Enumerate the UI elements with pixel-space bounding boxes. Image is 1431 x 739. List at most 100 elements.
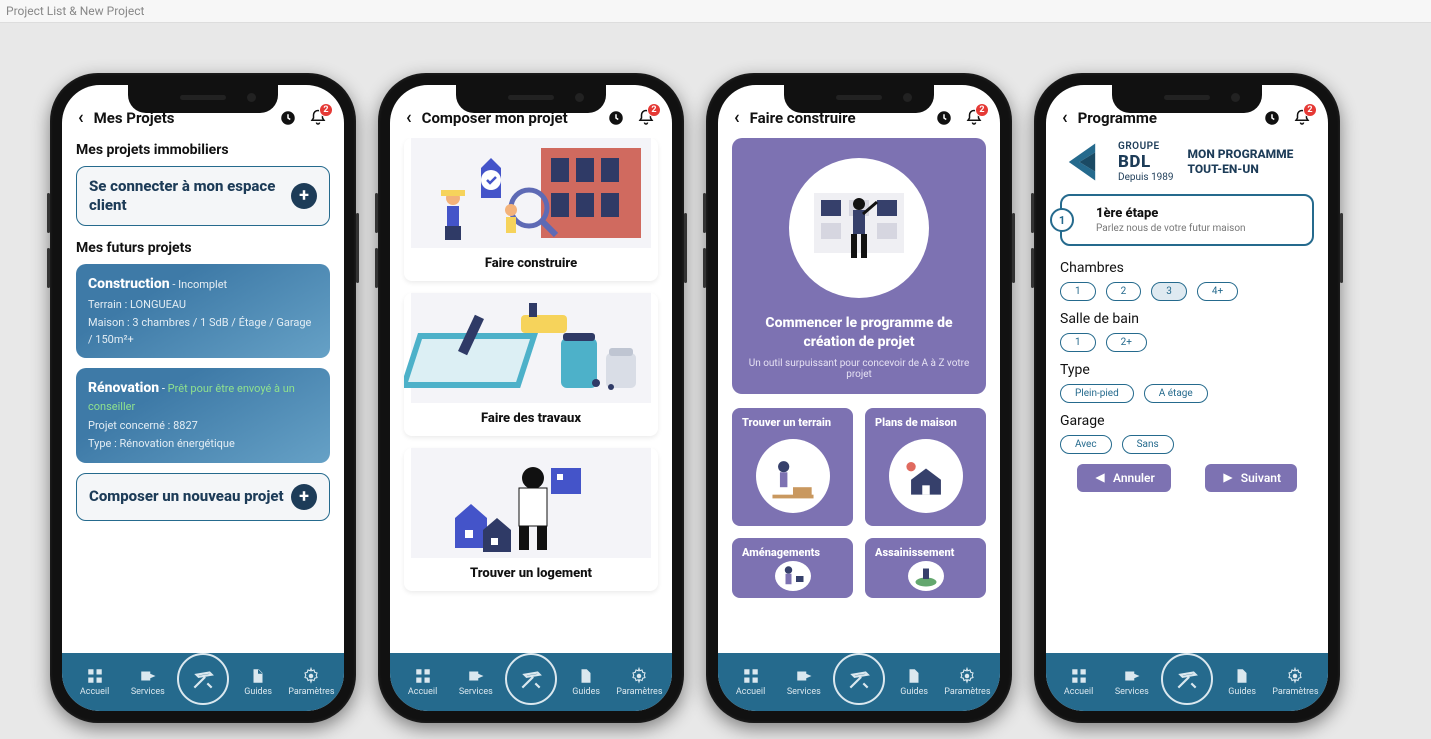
illustration-tile bbox=[889, 439, 963, 513]
back-icon[interactable]: ‹ bbox=[78, 107, 84, 128]
phone-compose-project: ‹ Composer mon projet 2 bbox=[378, 73, 684, 723]
notification-badge: 2 bbox=[975, 103, 989, 117]
plus-icon: + bbox=[291, 183, 317, 209]
step-number: 1 bbox=[1050, 208, 1074, 232]
brand-logo: GROUPE BDL Depuis 1989 MON PROGRAMME TOU… bbox=[1060, 140, 1314, 184]
nav-services[interactable]: Services bbox=[452, 667, 500, 697]
option-pill[interactable]: 1 bbox=[1060, 333, 1096, 352]
logo-group: GROUPE bbox=[1118, 141, 1174, 152]
nav-guides[interactable]: Guides bbox=[234, 667, 282, 697]
logo-tagline: MON PROGRAMME bbox=[1188, 147, 1294, 162]
illustration-find-home bbox=[404, 448, 658, 558]
back-icon[interactable]: ‹ bbox=[734, 107, 740, 128]
phone-my-projects: ‹ Mes Projets 2 Mes projets immobiliers … bbox=[50, 73, 356, 723]
back-icon[interactable]: ‹ bbox=[406, 107, 412, 128]
option-pill[interactable]: 1 bbox=[1060, 282, 1096, 301]
tile-label: Trouver un terrain bbox=[742, 416, 831, 429]
tile-find-land[interactable]: Trouver un terrain bbox=[732, 408, 853, 526]
nav-fab-tools[interactable] bbox=[833, 653, 885, 705]
hero-start-program[interactable]: Commencer le programme de création de pr… bbox=[732, 138, 986, 394]
option-pill[interactable]: 2+ bbox=[1106, 333, 1147, 352]
nav-services[interactable]: Services bbox=[124, 667, 172, 697]
notification-badge: 2 bbox=[647, 103, 661, 117]
bell-icon[interactable]: 2 bbox=[308, 108, 328, 128]
plus-icon: + bbox=[291, 484, 317, 510]
nav-settings[interactable]: Paramètres bbox=[615, 667, 663, 697]
compose-project-card[interactable]: Composer un nouveau projet + bbox=[76, 473, 330, 521]
group-label: Type bbox=[1060, 362, 1314, 378]
nav-home[interactable]: Accueil bbox=[727, 667, 775, 697]
bottom-nav: Accueil Services Guides Paramètres bbox=[718, 653, 1000, 711]
project-card-renovation[interactable]: Rénovation - Prêt pour être envoyé à un … bbox=[76, 368, 330, 463]
logo-name: BDL bbox=[1118, 152, 1174, 172]
project-status: Incomplet bbox=[178, 278, 227, 291]
nav-home[interactable]: Accueil bbox=[1055, 667, 1103, 697]
option-pill[interactable]: Plein-pied bbox=[1060, 384, 1134, 403]
illustration-tile bbox=[775, 561, 811, 591]
back-icon[interactable]: ‹ bbox=[1062, 107, 1068, 128]
section-label-future: Mes futurs projets bbox=[76, 240, 330, 256]
nav-home[interactable]: Accueil bbox=[71, 667, 119, 697]
bottom-nav: Accueil Services Guides Paramètres bbox=[390, 653, 672, 711]
clock-icon[interactable] bbox=[1262, 108, 1282, 128]
bottom-nav: Accueil Services Guides Paramètres bbox=[1046, 653, 1328, 711]
phone-program: ‹ Programme 2 GROUPE BDL Depuis 1989 MON… bbox=[1034, 73, 1340, 723]
card-build[interactable]: Faire construire bbox=[404, 138, 658, 281]
nav-services[interactable]: Services bbox=[780, 667, 828, 697]
illustration-tile bbox=[908, 561, 944, 591]
cancel-button[interactable]: Annuler bbox=[1077, 464, 1171, 492]
group-garage: Garage AvecSans bbox=[1060, 413, 1314, 454]
bell-icon[interactable]: 2 bbox=[964, 108, 984, 128]
card-works[interactable]: Faire des travaux bbox=[404, 293, 658, 436]
card-works-label: Faire des travaux bbox=[404, 411, 658, 426]
option-pill[interactable]: 3 bbox=[1151, 282, 1187, 301]
tile-sanitation[interactable]: Assainissement bbox=[865, 538, 986, 598]
option-pill[interactable]: Avec bbox=[1060, 435, 1112, 454]
nav-guides[interactable]: Guides bbox=[562, 667, 610, 697]
project-detail: Type : Rénovation énergétique bbox=[88, 436, 318, 453]
card-find-home[interactable]: Trouver un logement bbox=[404, 448, 658, 591]
tile-layout[interactable]: Aménagements bbox=[732, 538, 853, 598]
nav-home[interactable]: Accueil bbox=[399, 667, 447, 697]
page-title: Project List & New Project bbox=[0, 0, 1431, 23]
next-button[interactable]: Suivant bbox=[1205, 464, 1297, 492]
section-label-clients: Mes projets immobiliers bbox=[76, 142, 330, 158]
nav-fab-tools[interactable] bbox=[177, 653, 229, 705]
option-pill[interactable]: 4+ bbox=[1197, 282, 1238, 301]
illustration-tile bbox=[756, 439, 830, 513]
tile-label: Assainissement bbox=[875, 546, 954, 559]
nav-settings[interactable]: Paramètres bbox=[943, 667, 991, 697]
option-pill[interactable]: A étage bbox=[1144, 384, 1208, 403]
nav-guides[interactable]: Guides bbox=[890, 667, 938, 697]
project-detail: Projet concerné : 8827 bbox=[88, 418, 318, 435]
clock-icon[interactable] bbox=[606, 108, 626, 128]
login-card-label: Se connecter à mon espace client bbox=[89, 177, 291, 215]
tile-house-plans[interactable]: Plans de maison bbox=[865, 408, 986, 526]
project-detail: Maison : 3 chambres / 1 SdB / Étage / Ga… bbox=[88, 315, 318, 348]
group-label: Chambres bbox=[1060, 260, 1314, 276]
group-label: Salle de bain bbox=[1060, 311, 1314, 327]
nav-fab-tools[interactable] bbox=[505, 653, 557, 705]
card-build-label: Faire construire bbox=[404, 256, 658, 271]
card-find-home-label: Trouver un logement bbox=[404, 566, 658, 581]
step-subtitle: Parlez nous de votre futur maison bbox=[1096, 223, 1298, 234]
option-pill[interactable]: 2 bbox=[1106, 282, 1142, 301]
nav-fab-tools[interactable] bbox=[1161, 653, 1213, 705]
clock-icon[interactable] bbox=[278, 108, 298, 128]
nav-settings[interactable]: Paramètres bbox=[1271, 667, 1319, 697]
project-card-construction[interactable]: Construction - Incomplet Terrain : LONGU… bbox=[76, 264, 330, 359]
option-pill[interactable]: Sans bbox=[1122, 435, 1174, 454]
group-bedrooms: Chambres 123 4+ bbox=[1060, 260, 1314, 301]
hero-subtitle: Un outil surpuissant pour concevoir de A… bbox=[748, 358, 970, 380]
clock-icon[interactable] bbox=[934, 108, 954, 128]
nav-settings[interactable]: Paramètres bbox=[287, 667, 335, 697]
nav-services[interactable]: Services bbox=[1108, 667, 1156, 697]
bell-icon[interactable]: 2 bbox=[636, 108, 656, 128]
tile-label: Plans de maison bbox=[875, 416, 957, 429]
notification-badge: 2 bbox=[1303, 103, 1317, 117]
login-card[interactable]: Se connecter à mon espace client + bbox=[76, 166, 330, 226]
nav-guides[interactable]: Guides bbox=[1218, 667, 1266, 697]
bell-icon[interactable]: 2 bbox=[1292, 108, 1312, 128]
phone-build: ‹ Faire construire 2 bbox=[706, 73, 1012, 723]
compose-project-label: Composer un nouveau projet bbox=[89, 487, 284, 506]
